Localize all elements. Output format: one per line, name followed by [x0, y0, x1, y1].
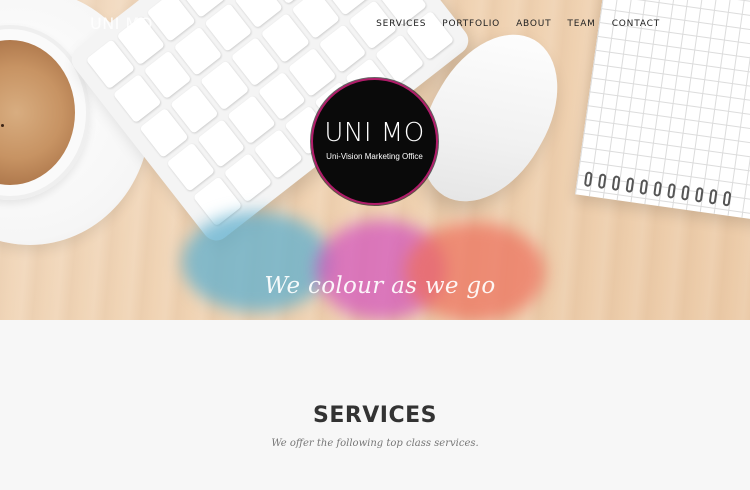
logo-subtitle: Uni-Vision Marketing Office [326, 152, 423, 161]
hero-tagline: We colour as we go [264, 273, 496, 299]
logo-title: UNI MO [324, 118, 425, 148]
hero-section: We colour as we go UNI MO Uni-Vision Mar… [0, 0, 750, 320]
nav-about[interactable]: ABOUT [516, 19, 551, 29]
main-nav: SERVICES PORTFOLIO ABOUT TEAM CONTACT [376, 19, 660, 29]
nav-portfolio[interactable]: PORTFOLIO [442, 19, 500, 29]
services-heading: SERVICES [312, 403, 438, 428]
brand-link[interactable]: UNI MO [90, 14, 153, 33]
nav-team[interactable]: TEAM [567, 19, 595, 29]
services-subheading: We offer the following top class service… [271, 438, 479, 449]
nav-contact[interactable]: CONTACT [612, 19, 660, 29]
services-section: SERVICES We offer the following top clas… [0, 320, 750, 490]
nav-services[interactable]: SERVICES [376, 19, 426, 29]
watercolor-coral [405, 222, 545, 320]
logo[interactable]: UNI MO Uni-Vision Marketing Office [313, 80, 436, 203]
